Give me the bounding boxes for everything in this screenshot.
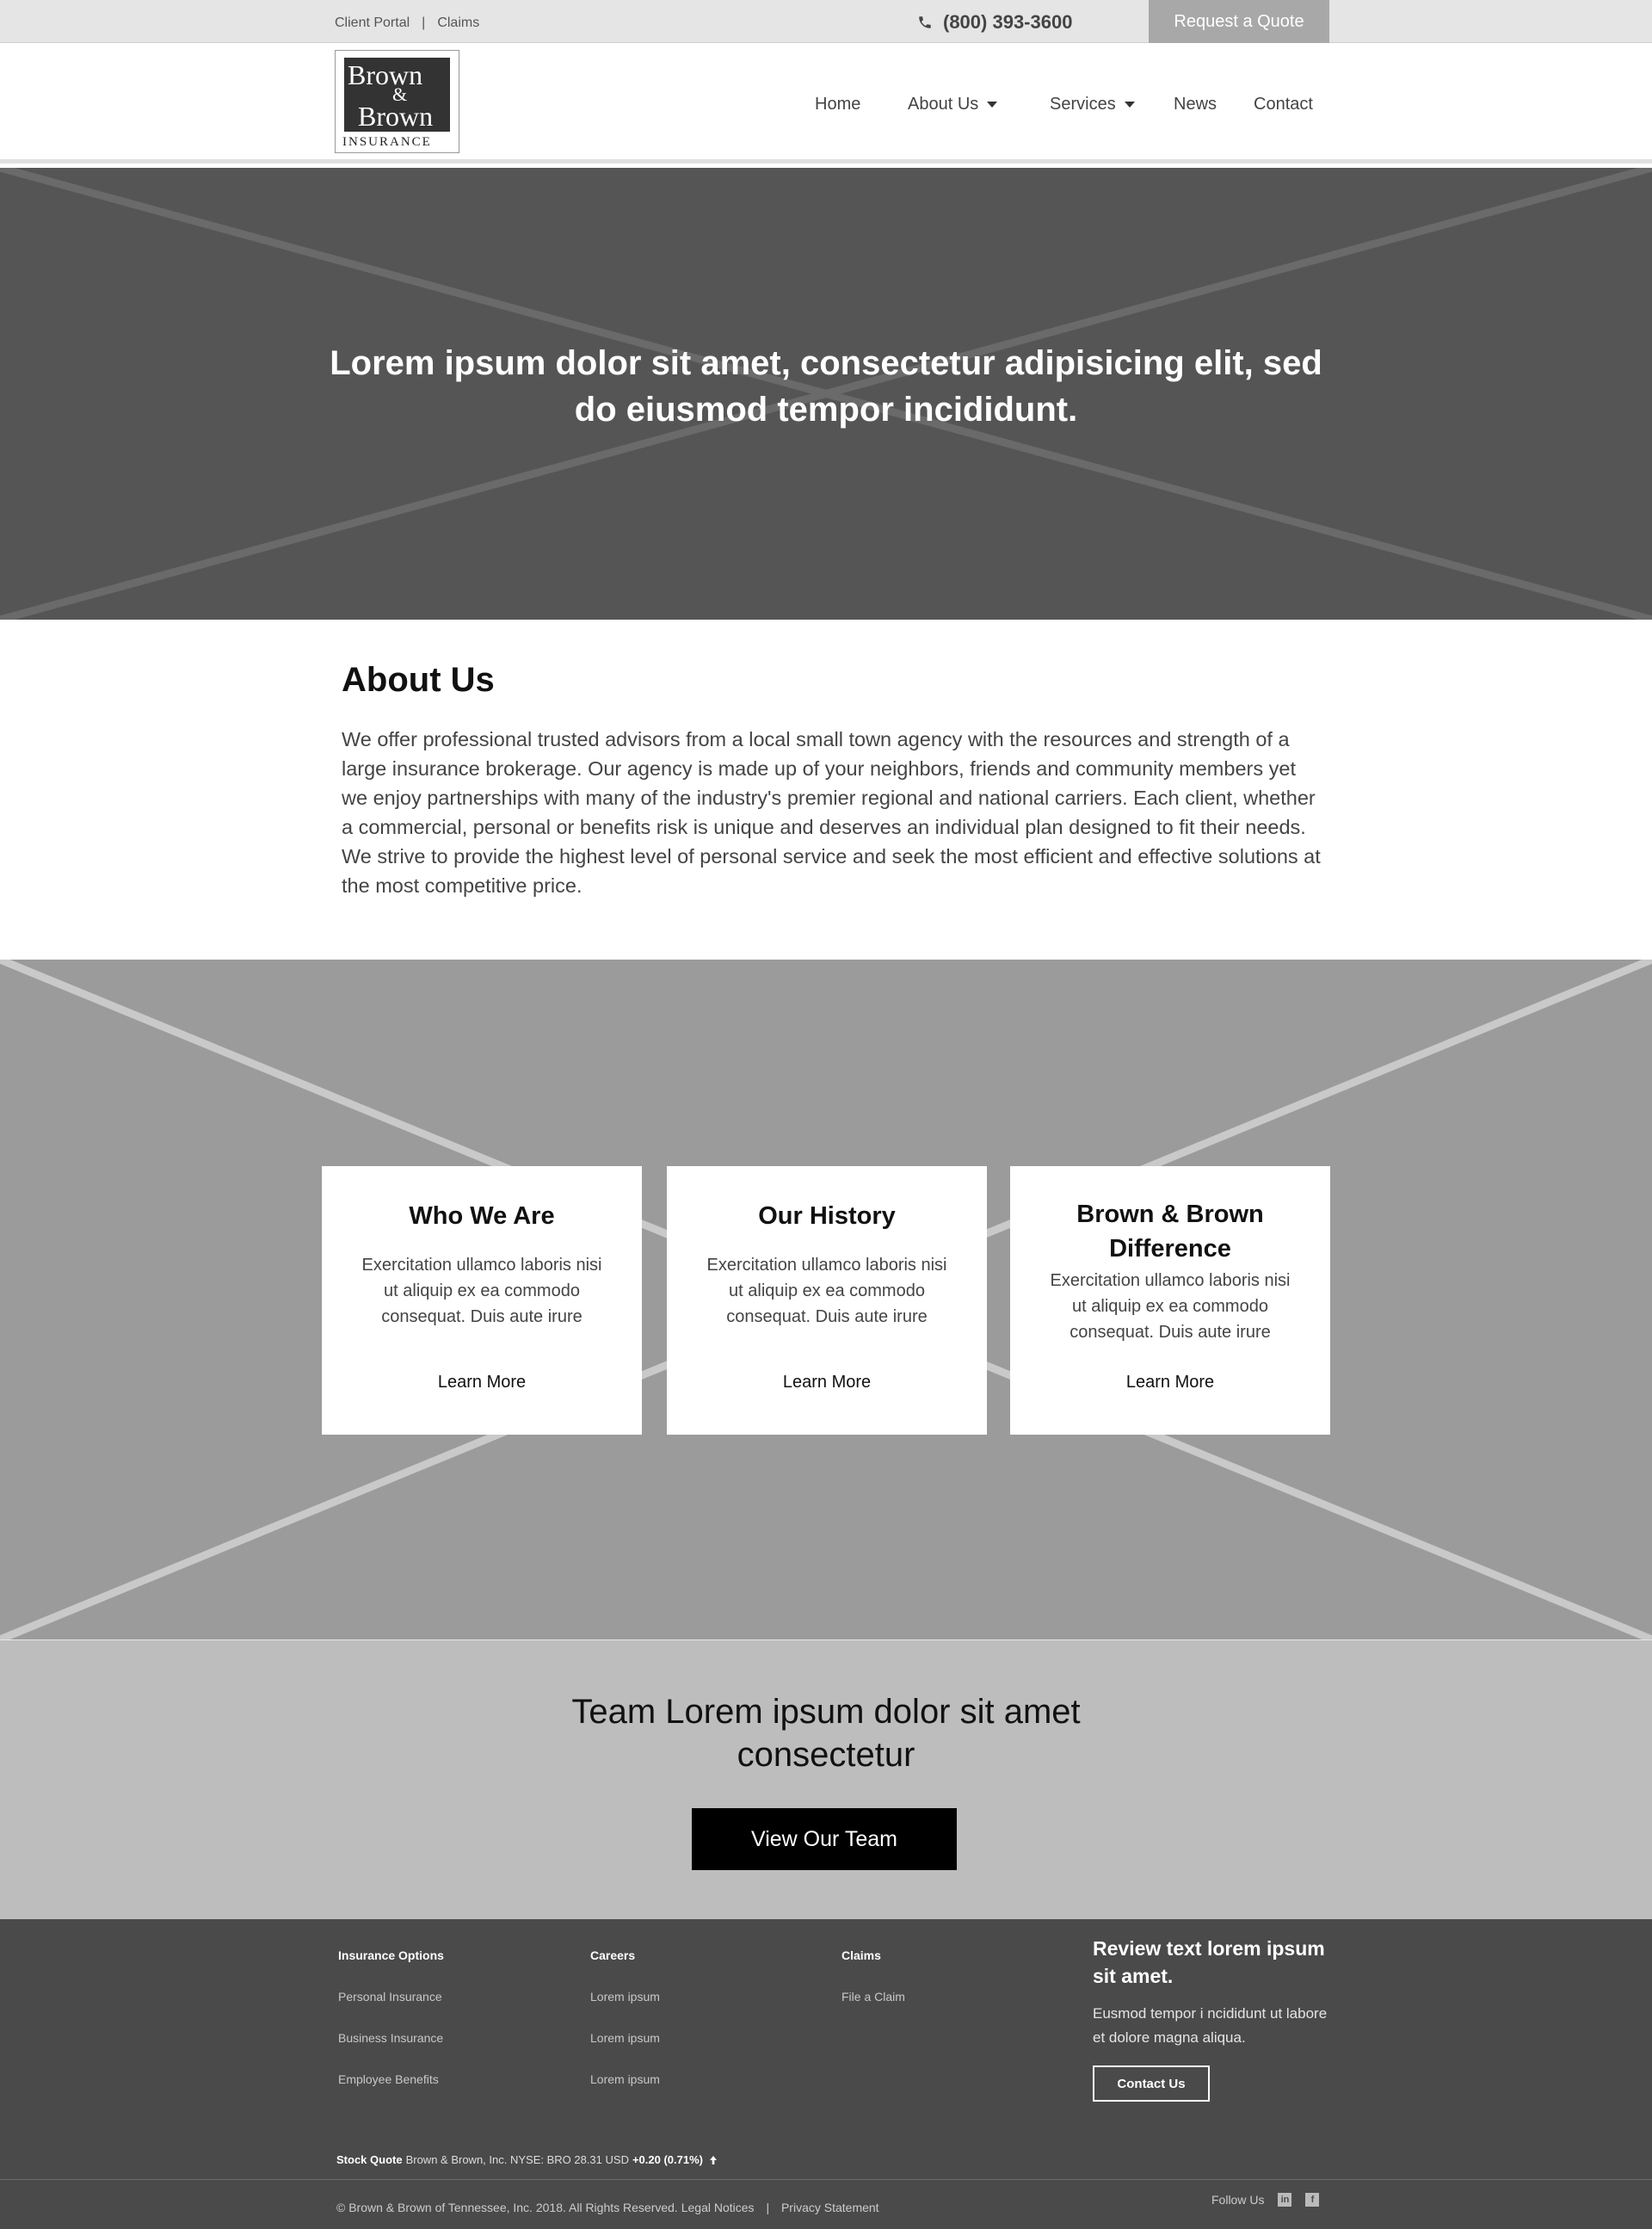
nav-contact-label: Contact	[1254, 95, 1313, 114]
review-text: Eusmod tempor i ncididunt ut labore et d…	[1093, 2005, 1328, 2046]
footer-link[interactable]: Employee Benefits	[338, 2072, 444, 2088]
phone-number-text: (800) 393-3600	[943, 11, 1073, 33]
stock-quote-detail: Brown & Brown, Inc. NYSE: BRO 28.31 USD	[405, 2153, 629, 2166]
footer-link[interactable]: Lorem ipsum	[590, 1990, 660, 2005]
chevron-down-icon	[1124, 102, 1135, 108]
nav-services-label: Services	[1050, 95, 1116, 114]
utility-links: Client Portal | Claims	[335, 15, 479, 31]
client-portal-link[interactable]: Client Portal	[335, 15, 410, 30]
footer-divider	[0, 2179, 1652, 2180]
facebook-icon[interactable]: f	[1305, 2193, 1320, 2207]
card-brown-brown-difference: Brown & Brown Difference Exercitation ul…	[1010, 1166, 1330, 1435]
footer-review-block: Review text lorem ipsum sit amet. Eusmod…	[1093, 1935, 1334, 2102]
follow-us-label: Follow Us	[1211, 2193, 1265, 2207]
arrow-up-icon	[710, 2155, 717, 2164]
card-who-we-are: Who We Are Exercitation ullamco laboris …	[322, 1166, 642, 1435]
card-title: Who We Are	[409, 1202, 555, 1230]
legal-separator: |	[766, 2201, 770, 2214]
legal-notices-link[interactable]: Legal Notices	[681, 2201, 755, 2214]
nav-contact[interactable]: Contact	[1254, 95, 1313, 114]
footer-column-heading: Insurance Options	[338, 1948, 444, 1962]
card-title: Brown & Brown Difference	[1076, 1201, 1264, 1263]
about-body: We offer professional trusted advisors f…	[342, 728, 1321, 897]
footer-link[interactable]: Business Insurance	[338, 2031, 444, 2047]
nav-home-label: Home	[815, 95, 861, 114]
nav-news-label: News	[1174, 95, 1217, 114]
footer-column-heading: Claims	[841, 1948, 881, 1962]
features-section: Who We Are Exercitation ullamco laboris …	[0, 960, 1652, 1639]
view-our-team-button[interactable]: View Our Team	[692, 1808, 957, 1870]
claims-link[interactable]: Claims	[437, 15, 479, 30]
follow-us: Follow Us in f	[1211, 2193, 1320, 2207]
learn-more-link[interactable]: Learn More	[1010, 1373, 1330, 1392]
privacy-statement-link[interactable]: Privacy Statement	[781, 2201, 879, 2214]
logo-text-insurance: INSURANCE	[342, 135, 432, 149]
copyright-text: © Brown & Brown of Tennessee, Inc. 2018.…	[336, 2201, 678, 2214]
request-quote-button[interactable]: Request a Quote	[1149, 0, 1329, 43]
footer-link[interactable]: Lorem ipsum	[590, 2072, 660, 2088]
footer-column-heading: Careers	[590, 1948, 636, 1962]
logo-mark: Brown & Brown	[344, 58, 450, 132]
site-footer: Insurance Options Personal Insurance Bus…	[0, 1919, 1652, 2229]
site-header: Brown & Brown INSURANCE Home About Us Se…	[0, 43, 1652, 164]
card-title: Our History	[758, 1202, 896, 1230]
phone-number[interactable]: (800) 393-3600	[917, 11, 1072, 34]
card-text: Exercitation ullamco laboris nisi ut ali…	[706, 1256, 947, 1326]
card-text: Exercitation ullamco laboris nisi ut ali…	[361, 1256, 602, 1326]
card-text: Exercitation ullamco laboris nisi ut ali…	[1050, 1271, 1291, 1342]
nav-services[interactable]: Services	[1050, 95, 1135, 114]
team-cta-section: Team Lorem ipsum dolor sit amet consecte…	[0, 1639, 1652, 1919]
footer-column-insurance-options: Insurance Options Personal Insurance Bus…	[338, 1948, 444, 2114]
nav-about-us[interactable]: About Us	[908, 95, 998, 114]
stock-quote-change: +0.20 (0.71%)	[632, 2153, 703, 2166]
footer-link[interactable]: File a Claim	[841, 1990, 905, 2005]
contact-us-button[interactable]: Contact Us	[1093, 2065, 1210, 2102]
logo-text-brown-2: Brown	[358, 101, 434, 132]
footer-column-claims: Claims File a Claim	[841, 1948, 905, 2031]
nav-home[interactable]: Home	[815, 95, 860, 114]
team-headline: Team Lorem ipsum dolor sit amet consecte…	[571, 1693, 1081, 1774]
nav-news[interactable]: News	[1174, 95, 1217, 114]
about-title: About Us	[342, 661, 495, 699]
hero-banner: Lorem ipsum dolor sit amet, consectetur …	[0, 168, 1652, 620]
footer-legal-bar: © Brown & Brown of Tennessee, Inc. 2018.…	[336, 2201, 879, 2214]
phone-icon	[919, 16, 931, 28]
review-title: Review text lorem ipsum sit amet.	[1093, 1937, 1325, 1987]
nav-about-us-label: About Us	[908, 95, 979, 114]
utility-separator: |	[422, 15, 426, 30]
linkedin-icon[interactable]: in	[1278, 2193, 1292, 2207]
learn-more-link[interactable]: Learn More	[322, 1373, 642, 1392]
card-our-history: Our History Exercitation ullamco laboris…	[667, 1166, 987, 1435]
footer-link[interactable]: Personal Insurance	[338, 1990, 444, 2005]
learn-more-link[interactable]: Learn More	[667, 1373, 987, 1392]
chevron-down-icon	[987, 102, 998, 108]
utility-bar: Client Portal | Claims (800) 393-3600 Requ…	[0, 0, 1652, 43]
about-section: About Us We offer professional trusted a…	[0, 620, 1652, 960]
site-logo[interactable]: Brown & Brown INSURANCE	[335, 50, 459, 153]
hero-headline: Lorem ipsum dolor sit amet, consectetur …	[330, 344, 1322, 429]
logo-text-brown-1: Brown	[348, 59, 423, 90]
footer-link[interactable]: Lorem ipsum	[590, 2031, 660, 2047]
footer-column-careers: Careers Lorem ipsum Lorem ipsum Lorem ip…	[590, 1948, 660, 2114]
stock-quote-label: Stock Quote	[336, 2153, 403, 2166]
stock-quote: Stock Quote Brown & Brown, Inc. NYSE: BR…	[336, 2153, 718, 2166]
